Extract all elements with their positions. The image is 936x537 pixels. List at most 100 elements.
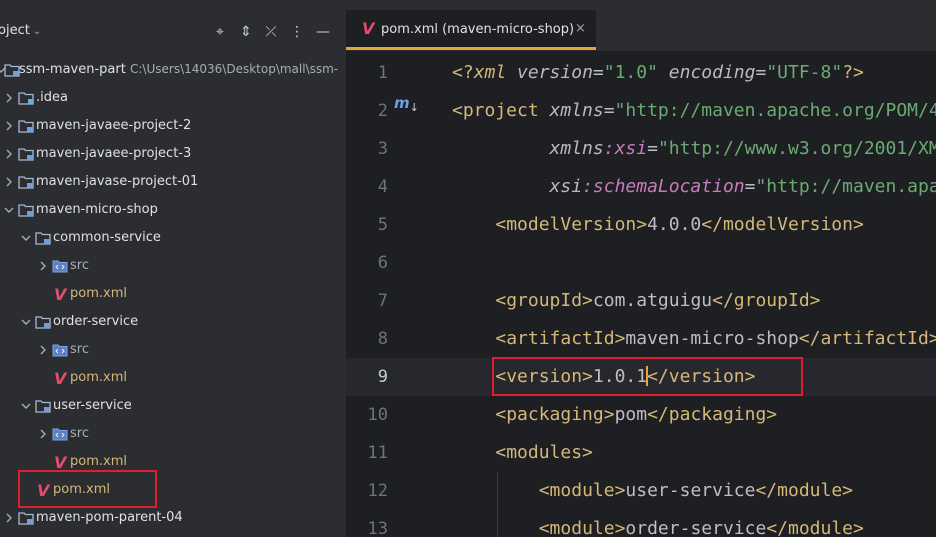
code-token: "http://maven.apache.org/POM/4.0.0" xyxy=(614,100,936,121)
tree-item-label: src xyxy=(70,258,89,273)
project-path: C:\Users\14036\Desktop\mall\ssm- xyxy=(130,62,339,76)
code-token: encoding xyxy=(668,62,756,83)
indent-guide xyxy=(497,510,499,537)
module-folder-icon xyxy=(18,147,34,161)
tree-item-label: src xyxy=(70,426,89,441)
chevron-down-icon[interactable] xyxy=(21,400,31,412)
code-line[interactable]: 8 <artifactId>maven-micro-shop</artifactI… xyxy=(346,320,936,358)
code-token: "1.0" xyxy=(603,62,669,83)
chevron-down-icon[interactable] xyxy=(21,232,31,244)
close-icon[interactable]: × xyxy=(575,21,586,36)
code-line[interactable]: 6 xyxy=(346,244,936,282)
tree-item-idea[interactable]: .idea xyxy=(0,84,346,112)
tree-item-user-service[interactable]: user-service xyxy=(0,392,346,420)
tree-item-maven-micro-shop[interactable]: maven-micro-shop xyxy=(0,196,346,224)
tree-item-order-service[interactable]: order-service xyxy=(0,308,346,336)
tree-item-pom-xml[interactable]: Vpom.xml xyxy=(0,280,346,308)
tree-item-src[interactable]: src xyxy=(0,420,346,448)
code-token: <module> xyxy=(538,518,626,537)
project-tree: ssm-maven-part C:\Users\14036\Desktop\ma… xyxy=(0,56,346,532)
code-text: <project xmlns="http://maven.apache.org/… xyxy=(452,100,936,121)
tree-item-src[interactable]: src xyxy=(0,252,346,280)
crosshair-icon[interactable]: ⌖ xyxy=(211,22,229,42)
collapse-all-icon[interactable]: ⤫ xyxy=(262,22,280,42)
code-line[interactable]: 10 <packaging>pom</packaging> xyxy=(346,396,936,434)
code-token: ?> xyxy=(842,62,864,83)
tree-item-pom-xml[interactable]: Vpom.xml xyxy=(0,364,346,392)
line-number: 3 xyxy=(377,139,388,159)
line-number: 4 xyxy=(377,177,388,197)
code-line[interactable]: 7 <groupId>com.atguigu</groupId> xyxy=(346,282,936,320)
tab-pom-xml[interactable]: V pom.xml (maven-micro-shop) × xyxy=(346,10,596,50)
code-line[interactable]: 12 <module>user-service</module> xyxy=(346,472,936,510)
line-number: 6 xyxy=(377,253,388,273)
tree-item-maven-javaee-project-2[interactable]: maven-javaee-project-2 xyxy=(0,112,346,140)
chevron-right-icon[interactable] xyxy=(4,120,14,132)
code-line[interactable]: 2 <project xmlns="http://maven.apache.org… xyxy=(346,92,936,130)
expand-collapse-icon[interactable]: ⇕ xyxy=(237,22,255,42)
chevron-right-icon[interactable] xyxy=(38,260,48,272)
source-folder-icon xyxy=(52,427,68,441)
tree-item-maven-pom-parent-04[interactable]: maven-pom-parent-04 xyxy=(0,504,346,532)
code-token: <modelVersion> xyxy=(495,214,648,235)
chevron-right-icon[interactable] xyxy=(4,92,14,104)
code-line[interactable]: 3 xmlns:xsi="http://www.w3.org/2001/XMLSc… xyxy=(346,130,936,168)
tree-item-label: pom.xml xyxy=(70,370,127,385)
minimize-icon[interactable]: — xyxy=(314,22,332,42)
highlight-pom-file xyxy=(18,470,157,508)
chevron-right-icon[interactable] xyxy=(4,176,14,188)
tree-item-label: maven-javase-project-01 xyxy=(36,174,199,189)
code-line[interactable]: 11 <modules> xyxy=(346,434,936,472)
line-number: 11 xyxy=(367,443,388,463)
code-text: xmlns:xsi="http://www.w3.org/2001/XMLSch… xyxy=(550,138,936,159)
module-folder-icon xyxy=(35,399,51,413)
module-folder-icon xyxy=(35,315,51,329)
code-token: xml xyxy=(473,62,518,83)
tree-item-src[interactable]: src xyxy=(0,336,346,364)
chevron-right-icon[interactable] xyxy=(38,344,48,356)
tree-item-label: src xyxy=(70,342,89,357)
line-number: 1 xyxy=(377,63,388,83)
project-view-selector[interactable]: roject⌄ xyxy=(0,23,41,38)
module-folder-icon xyxy=(18,175,34,189)
code-token: pom xyxy=(614,404,648,425)
module-folder-icon xyxy=(18,511,34,525)
tree-item-common-service[interactable]: common-service xyxy=(0,224,346,252)
tree-item-label: ssm-maven-part xyxy=(19,62,126,77)
code-text: <packaging>pom</packaging> xyxy=(495,404,777,425)
arrow-down-icon: ↓ xyxy=(409,101,419,114)
code-token: </groupId> xyxy=(712,290,821,311)
code-token: maven-micro-shop xyxy=(625,328,799,349)
project-panel-header: roject⌄ ⌖ ⇕ ⤫ ⋮ — xyxy=(0,10,346,54)
code-token: 4.0.0 xyxy=(647,214,702,235)
module-folder-icon xyxy=(35,231,51,245)
chevron-right-icon[interactable] xyxy=(38,428,48,440)
line-number: 8 xyxy=(377,329,388,349)
maven-reload-icon[interactable]: m↓ xyxy=(394,94,419,114)
module-folder-icon xyxy=(4,63,20,77)
editor-tab-bar: V pom.xml (maven-micro-shop) × xyxy=(346,0,936,52)
code-text: <groupId>com.atguigu</groupId> xyxy=(495,290,820,311)
code-token: xmlns xyxy=(549,138,604,159)
more-icon[interactable]: ⋮ xyxy=(288,22,306,42)
code-token: <artifactId> xyxy=(495,328,626,349)
chevron-right-icon[interactable] xyxy=(4,148,14,160)
tree-item-label: .idea xyxy=(36,90,68,105)
chevron-down-icon: ⌄ xyxy=(32,26,42,37)
chevron-down-icon[interactable] xyxy=(21,316,31,328)
code-token: <groupId> xyxy=(495,290,593,311)
tree-item-maven-javaee-project-3[interactable]: maven-javaee-project-3 xyxy=(0,140,346,168)
code-text: <?xml version="1.0" encoding="UTF-8"?> xyxy=(452,62,864,83)
code-token: </packaging> xyxy=(647,404,778,425)
code-editor[interactable]: 1 <?xml version="1.0" encoding="UTF-8"?> 2… xyxy=(346,54,936,537)
indent-guide xyxy=(497,472,499,510)
code-line[interactable]: 5 <modelVersion>4.0.0</modelVersion> xyxy=(346,206,936,244)
code-token: xsi xyxy=(549,176,583,197)
tree-item-maven-javase-project-01[interactable]: maven-javase-project-01 xyxy=(0,168,346,196)
code-line[interactable]: 1 <?xml version="1.0" encoding="UTF-8"?> xyxy=(346,54,936,92)
chevron-down-icon[interactable] xyxy=(4,204,14,216)
tree-item-root[interactable]: ssm-maven-part C:\Users\14036\Desktop\ma… xyxy=(0,56,346,84)
chevron-right-icon[interactable] xyxy=(4,512,14,524)
code-line[interactable]: 4 xsi:schemaLocation="http://maven.apache… xyxy=(346,168,936,206)
code-line[interactable]: 13 <module>order-service</module> xyxy=(346,510,936,537)
